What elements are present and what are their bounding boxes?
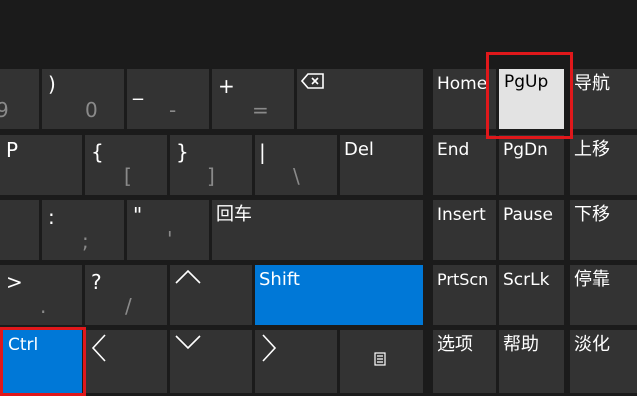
key-shift[interactable]: Shift — [255, 265, 423, 325]
key-main-label: Insert — [437, 205, 486, 225]
key-main-label: _ — [133, 76, 143, 100]
key-main-label: | — [259, 140, 266, 164]
key-main-label: 帮助 — [503, 334, 539, 355]
key-main-label: } — [176, 140, 189, 164]
key-main-label: P — [6, 138, 19, 162]
key-0[interactable]: ) 0 — [42, 69, 124, 129]
key-main-label: End — [437, 140, 470, 160]
key-sub-label: = — [252, 98, 269, 122]
arrow-up-icon — [175, 269, 201, 284]
arrow-left-icon — [91, 334, 106, 362]
key-main-label: 淡化 — [574, 334, 610, 355]
key-arrow-left[interactable] — [85, 330, 167, 393]
key-backslash[interactable]: | \ — [255, 135, 337, 195]
key-main-label: Ctrl — [8, 335, 39, 355]
key-main-label: 上移 — [574, 139, 610, 160]
key-sub-label: 9 — [0, 98, 9, 122]
key-pause[interactable]: Pause — [499, 200, 564, 260]
key-sub-label: \ — [293, 164, 300, 188]
key-main-label: > — [6, 270, 23, 294]
key-fade[interactable]: 淡化 — [570, 330, 637, 393]
key-sub-label: [ — [124, 164, 132, 188]
key-main-label: Home — [437, 74, 488, 94]
key-main-label: Pause — [503, 205, 553, 225]
key-menu[interactable] — [340, 330, 423, 393]
key-sub-label: 0 — [85, 98, 98, 122]
key-pgup[interactable]: PgUp — [499, 69, 564, 129]
key-sub-label: ] — [207, 164, 215, 188]
key-sub-label: - — [169, 98, 177, 122]
key-help[interactable]: 帮助 — [499, 330, 564, 393]
key-main-label: 导航 — [574, 73, 610, 94]
key-minus[interactable]: _ - — [127, 69, 209, 129]
context-menu-icon — [374, 352, 386, 366]
key-semicolon[interactable]: : ; — [42, 200, 124, 260]
key-end[interactable]: End — [433, 135, 496, 195]
key-arrow-right[interactable] — [255, 330, 337, 393]
key-nav[interactable]: 导航 — [570, 69, 637, 129]
key-arrow-up[interactable] — [170, 265, 252, 325]
key-right-bracket[interactable]: } ] — [170, 135, 252, 195]
key-main-label: Shift — [259, 269, 300, 290]
key-pgdn[interactable]: PgDn — [499, 135, 564, 195]
key-move-down[interactable]: 下移 — [570, 200, 637, 260]
arrow-down-icon — [175, 335, 201, 350]
key-main-label: ? — [91, 270, 102, 294]
arrow-right-icon — [262, 334, 277, 362]
key-period[interactable]: > . — [0, 265, 82, 325]
key-main-label: PgUp — [504, 72, 549, 92]
key-quote[interactable]: " ' — [127, 200, 209, 260]
key-home[interactable]: Home — [433, 69, 496, 129]
key-scrlk[interactable]: ScrLk — [499, 265, 564, 325]
key-sub-label: . — [40, 294, 47, 318]
key-options[interactable]: 选项 — [433, 330, 496, 393]
key-ctrl[interactable]: Ctrl — [3, 330, 82, 393]
key-p[interactable]: P — [0, 135, 82, 195]
key-arrow-down[interactable] — [170, 330, 252, 393]
key-equals[interactable]: + = — [212, 69, 294, 129]
key-main-label: 选项 — [437, 334, 473, 355]
backspace-icon — [301, 73, 324, 89]
key-main-label: ScrLk — [503, 270, 550, 290]
key-move-up[interactable]: 上移 — [570, 135, 637, 195]
key-main-label: 停靠 — [574, 269, 610, 290]
key-sub-label: ; — [82, 229, 89, 253]
key-main-label: 下移 — [574, 204, 610, 225]
key-main-label: 回车 — [216, 204, 252, 225]
key-main-label: " — [133, 203, 143, 227]
keyboard-top-bar — [0, 0, 637, 66]
key-main-label: { — [91, 140, 104, 164]
key-backspace[interactable] — [297, 69, 423, 129]
key-main-label: PrtScn — [437, 270, 489, 289]
key-main-label: + — [218, 74, 235, 98]
key-row3-left[interactable] — [0, 200, 39, 260]
key-dock[interactable]: 停靠 — [570, 265, 637, 325]
key-sub-label: / — [125, 294, 132, 318]
key-left-bracket[interactable]: { [ — [85, 135, 167, 195]
key-main-label: PgDn — [503, 140, 548, 160]
key-del[interactable]: Del — [340, 135, 423, 195]
key-paren-9[interactable]: 9 — [0, 69, 39, 129]
key-main-label: ) — [48, 72, 56, 96]
key-sub-label: ' — [167, 227, 173, 251]
key-main-label: : — [48, 205, 55, 229]
key-main-label: Del — [344, 139, 374, 160]
key-enter[interactable]: 回车 — [212, 200, 423, 260]
key-insert[interactable]: Insert — [433, 200, 496, 260]
key-prtscn[interactable]: PrtScn — [433, 265, 496, 325]
key-slash[interactable]: ? / — [85, 265, 167, 325]
